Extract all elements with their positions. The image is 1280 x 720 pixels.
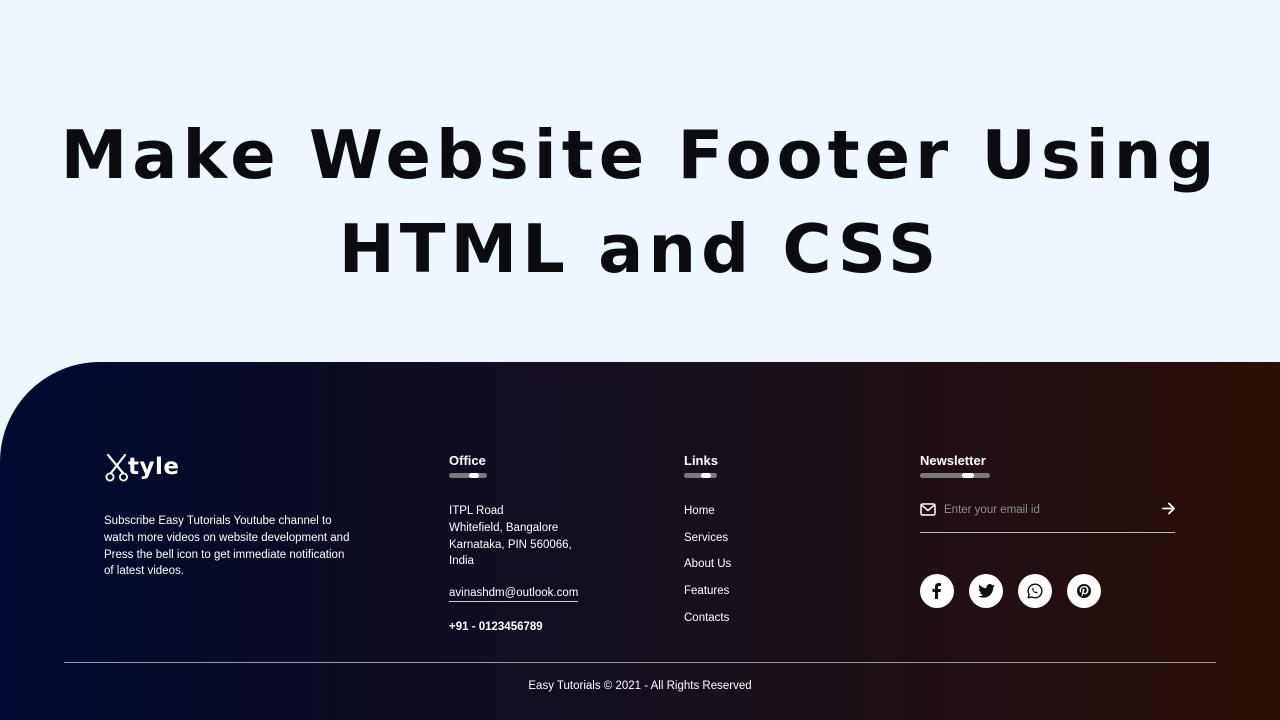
newsletter-email-input[interactable] (944, 500, 1144, 520)
newsletter-form (920, 500, 1175, 533)
office-address: ITPL Road Whitefield, Bangalore Karnatak… (449, 503, 572, 570)
address-line: Whitefield, Bangalore (449, 521, 559, 534)
page-title-line1: Make Website Footer Using (60, 116, 1220, 194)
office-heading: Office (449, 453, 486, 468)
arrow-right-icon[interactable] (1162, 502, 1176, 520)
office-phone: +91 - 0123456789 (449, 621, 543, 633)
footer-divider (64, 662, 1216, 663)
footer: tyle Subscribe Easy Tutorials Youtube ch… (0, 362, 1280, 720)
address-line: Karnataka, PIN 560066, (449, 538, 572, 551)
footer-link-contacts[interactable]: Contacts (684, 610, 731, 637)
footer-link-home[interactable]: Home (684, 503, 731, 530)
footer-link-about-us[interactable]: About Us (684, 556, 731, 583)
links-heading-underline (684, 473, 717, 478)
social-icons (920, 574, 1101, 608)
envelope-icon (920, 503, 936, 521)
address-line: India (449, 555, 474, 568)
links-heading: Links (684, 453, 718, 468)
footer-link-services[interactable]: Services (684, 530, 731, 557)
footer-links-list: Home Services About Us Features Contacts (684, 503, 731, 636)
page-title: Make Website Footer Using HTML and CSS (0, 108, 1280, 296)
whatsapp-icon[interactable] (1018, 574, 1052, 608)
address-line: ITPL Road (449, 505, 504, 517)
newsletter-heading: Newsletter (920, 453, 986, 468)
copyright-text: Easy Tutorials © 2021 - All Rights Reser… (528, 680, 752, 692)
brand-description: Subscribe Easy Tutorials Youtube channel… (104, 515, 350, 578)
twitter-icon[interactable] (969, 574, 1003, 608)
page-title-line2: HTML and CSS (338, 210, 942, 288)
newsletter-heading-underline (920, 473, 990, 478)
office-email-link[interactable]: avinashdm@outlook.com (449, 587, 579, 602)
scissors-icon (104, 452, 130, 482)
facebook-icon[interactable] (920, 574, 954, 608)
footer-link-features[interactable]: Features (684, 583, 731, 610)
brand-logo[interactable]: tyle (104, 450, 179, 484)
hero-section: Make Website Footer Using HTML and CSS (0, 0, 1280, 362)
office-heading-underline (449, 473, 487, 478)
pinterest-icon[interactable] (1067, 574, 1101, 608)
logo-text: tyle (128, 454, 180, 480)
